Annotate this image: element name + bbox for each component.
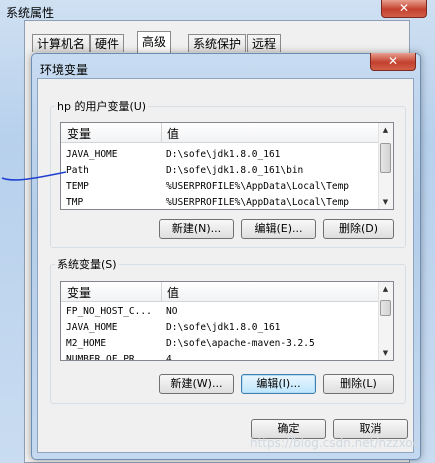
variable-value: %USERPROFILE%\AppData\Local\Temp	[166, 197, 350, 208]
user-edit-button[interactable]: 编辑(E)...	[241, 219, 316, 239]
user-delete-button[interactable]: 删除(D)	[323, 219, 394, 239]
variable-name: JAVA_HOME	[66, 149, 118, 160]
variable-value: %USERPROFILE%\AppData\Local\Temp	[166, 181, 350, 192]
column-header-value[interactable]: 值	[167, 125, 179, 142]
system-variables-label: 系统变量(S)	[57, 258, 117, 271]
variable-value: D:\sofe\apache-maven-3.2.5	[166, 338, 315, 349]
dialog-close-button[interactable]: ✕	[370, 53, 416, 71]
variable-value: D:\sofe\jdk1.8.0_161	[166, 149, 281, 160]
column-header-value[interactable]: 值	[167, 284, 179, 301]
column-header-variable[interactable]: 变量	[67, 284, 91, 301]
variable-name: JAVA_HOME	[66, 322, 118, 333]
system-list-header: 变量 值	[61, 282, 379, 302]
system-edit-button[interactable]: 编辑(I)...	[241, 374, 316, 394]
user-list-header: 变量 值	[61, 123, 379, 143]
variable-name: NUMBER_OF_PR...	[66, 354, 152, 361]
user-list-scrollbar[interactable]: ▲ ▼	[378, 123, 393, 209]
dialog-title: 环境变量	[40, 63, 89, 77]
column-header-variable[interactable]: 变量	[67, 125, 91, 142]
list-item[interactable]: M2_HOME D:\sofe\apache-maven-3.2.5	[61, 336, 379, 352]
tab-remote[interactable]: 远程	[247, 34, 282, 52]
tab-advanced[interactable]: 高级	[137, 31, 172, 53]
list-item[interactable]: JAVA_HOME D:\sofe\jdk1.8.0_161	[61, 320, 379, 336]
tab-hardware[interactable]: 硬件	[90, 34, 125, 52]
scroll-up-arrow-icon[interactable]: ▲	[379, 123, 392, 137]
system-properties-title: 系统属性	[6, 6, 55, 20]
variable-value: 4	[166, 354, 172, 361]
watermark-text: https://blog.csdn.net/nzzxoc	[250, 436, 420, 450]
system-new-button[interactable]: 新建(W)...	[159, 374, 234, 394]
user-variables-list[interactable]: 变量 值 JAVA_HOME D:\sofe\jdk1.8.0_161 Path D…	[60, 122, 394, 210]
system-list-scrollbar[interactable]: ▲ ▼	[378, 282, 393, 360]
user-new-button[interactable]: 新建(N)...	[159, 219, 234, 239]
list-item[interactable]: JAVA_HOME D:\sofe\jdk1.8.0_161	[61, 147, 379, 163]
list-item[interactable]: Path D:\sofe\jdk1.8.0_161\bin	[61, 163, 379, 179]
system-delete-button[interactable]: 删除(L)	[323, 374, 394, 394]
variable-name: TEMP	[66, 181, 89, 192]
variable-name: M2_HOME	[66, 338, 107, 349]
list-item[interactable]: NUMBER_OF_PR... 4	[61, 352, 379, 361]
scroll-down-arrow-icon[interactable]: ▼	[379, 195, 392, 209]
variable-value: NO	[166, 306, 178, 317]
scroll-thumb[interactable]	[380, 300, 391, 316]
scroll-up-arrow-icon[interactable]: ▲	[379, 282, 392, 296]
scroll-down-arrow-icon[interactable]: ▼	[379, 346, 392, 360]
system-variables-list[interactable]: 变量 值 FP_NO_HOST_C... NO JAVA_HOME D:\sofe\…	[60, 281, 394, 361]
variable-value: D:\sofe\jdk1.8.0_161	[166, 322, 281, 333]
variable-value: D:\sofe\jdk1.8.0_161\bin	[166, 165, 304, 176]
annotation-stroke	[1, 171, 67, 181]
scroll-thumb[interactable]	[380, 143, 391, 173]
list-item[interactable]: TEMP %USERPROFILE%\AppData\Local\Temp	[61, 179, 379, 195]
outer-close-button[interactable]: ✕	[381, 0, 427, 18]
user-variables-label: hp 的用户变量(U)	[57, 100, 147, 113]
tab-computer-name[interactable]: 计算机名	[32, 34, 91, 52]
variable-name: FP_NO_HOST_C...	[66, 306, 152, 317]
variable-name: TMP	[66, 197, 84, 208]
list-item[interactable]: FP_NO_HOST_C... NO	[61, 304, 379, 320]
variable-name: Path	[66, 165, 89, 176]
tab-system-protection[interactable]: 系统保护	[188, 34, 247, 52]
list-item[interactable]: TMP %USERPROFILE%\AppData\Local\Temp	[61, 195, 379, 209]
